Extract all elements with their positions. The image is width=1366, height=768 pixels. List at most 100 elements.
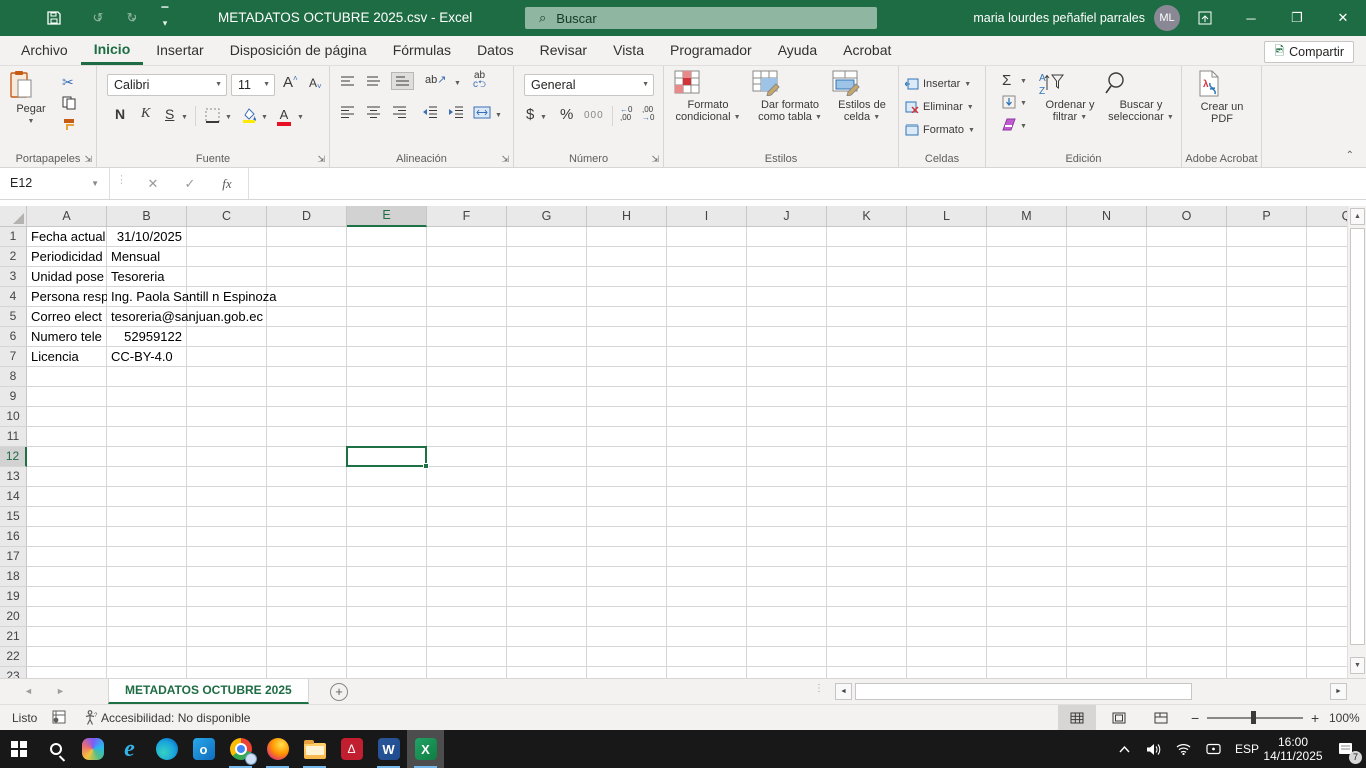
orientation-caret-icon[interactable]: ▼ xyxy=(454,80,461,87)
column-header-J[interactable]: J xyxy=(747,206,827,227)
ribbon-display-options-icon[interactable] xyxy=(1182,0,1228,36)
align-right-icon[interactable] xyxy=(392,106,407,118)
column-header-H[interactable]: H xyxy=(587,206,667,227)
grid-cell-B6[interactable]: 52959122 xyxy=(107,327,187,347)
number-format-select[interactable]: General ▼ xyxy=(524,74,654,96)
grid-cell-B1[interactable]: 31/10/2025 xyxy=(107,227,187,247)
grid-cell-A5[interactable]: Correo elect xyxy=(27,307,107,327)
taskbar-chrome-icon[interactable] xyxy=(222,730,259,768)
tray-clock[interactable]: 16:00 14/11/2025 xyxy=(1258,730,1328,768)
grid-cell-A1[interactable]: Fecha actual xyxy=(27,227,107,247)
tab-disposición-de-página[interactable]: Disposición de página xyxy=(217,36,380,65)
minimize-button[interactable]: ─ xyxy=(1228,0,1274,36)
column-header-M[interactable]: M xyxy=(987,206,1067,227)
insert-cells-button[interactable]: Insertar▼ xyxy=(905,74,971,94)
borders-icon[interactable] xyxy=(205,108,220,123)
grid-cell-B2[interactable]: Mensual xyxy=(107,247,187,267)
paste-button[interactable]: Pegar▼ xyxy=(8,70,54,128)
sort-filter-button[interactable]: AZ Ordenar y filtrar ▼ xyxy=(1038,70,1102,124)
row-header-23[interactable]: 23 xyxy=(0,667,27,678)
scroll-up-icon[interactable]: ▲ xyxy=(1350,208,1365,225)
taskbar-word-icon[interactable]: W xyxy=(370,730,407,768)
clipboard-dialog-launcher-icon[interactable]: ⇲ xyxy=(84,154,92,165)
row-header-1[interactable]: 1 xyxy=(0,227,27,247)
vertical-scrollbar[interactable]: ▲ ▼ xyxy=(1347,206,1366,678)
row-header-21[interactable]: 21 xyxy=(0,627,27,647)
view-normal-icon[interactable] xyxy=(1058,705,1096,730)
save-icon[interactable] xyxy=(46,10,80,26)
column-header-K[interactable]: K xyxy=(827,206,907,227)
row-header-6[interactable]: 6 xyxy=(0,327,27,347)
grid-cell-A2[interactable]: Periodicidad xyxy=(27,247,107,267)
grid-cell-B4[interactable]: Ing. Paola Santill n Espinoza xyxy=(107,287,277,307)
align-middle-icon[interactable] xyxy=(366,75,381,87)
row-header-20[interactable]: 20 xyxy=(0,607,27,627)
tab-scrollbar-splitter[interactable]: ⋮ xyxy=(814,685,824,692)
row-header-9[interactable]: 9 xyxy=(0,387,27,407)
restore-button[interactable]: ❐ xyxy=(1274,0,1320,36)
row-header-12[interactable]: 12 xyxy=(0,447,27,467)
decrease-indent-icon[interactable] xyxy=(422,106,438,118)
row-header-22[interactable]: 22 xyxy=(0,647,27,667)
font-color-caret-icon[interactable]: ▼ xyxy=(297,114,304,121)
tray-notifications-icon[interactable]: 7 xyxy=(1330,730,1362,768)
row-header-8[interactable]: 8 xyxy=(0,367,27,387)
underline-caret-icon[interactable]: ▼ xyxy=(181,114,188,121)
row-header-2[interactable]: 2 xyxy=(0,247,27,267)
grid-cell-A7[interactable]: Licencia xyxy=(27,347,107,367)
orientation-icon[interactable]: ab↗ xyxy=(425,73,446,86)
record-macro-icon[interactable] xyxy=(52,710,66,724)
row-header-3[interactable]: 3 xyxy=(0,267,27,287)
sheet-prev-icon[interactable]: ◄ xyxy=(24,686,33,696)
taskbar-acrobat-reader-icon[interactable]: Δ xyxy=(333,730,370,768)
align-top-icon[interactable] xyxy=(340,75,355,87)
format-cells-button[interactable]: Formato▼ xyxy=(905,120,975,140)
scroll-left-icon[interactable]: ◄ xyxy=(835,683,852,700)
bold-button[interactable]: N xyxy=(115,106,125,122)
column-header-B[interactable]: B xyxy=(107,206,187,227)
scroll-down-icon[interactable]: ▼ xyxy=(1350,657,1365,674)
undo-icon[interactable]: ↺▾ xyxy=(80,10,114,26)
grid-cell-B3[interactable]: Tesoreria xyxy=(107,267,187,287)
font-color-icon[interactable]: A xyxy=(277,106,291,126)
tray-chevron-icon[interactable] xyxy=(1112,730,1136,768)
grid-cell-A3[interactable]: Unidad pose xyxy=(27,267,107,287)
fill-color-caret-icon[interactable]: ▼ xyxy=(261,114,268,121)
tab-datos[interactable]: Datos xyxy=(464,36,527,65)
conditional-formatting-button[interactable]: Formato condicional ▼ xyxy=(674,70,742,124)
user-account[interactable]: maria lourdes peñafiel parrales ML xyxy=(973,0,1180,36)
increase-font-icon[interactable]: A˄ xyxy=(283,74,298,91)
grid-cell-A4[interactable]: Persona resp xyxy=(27,287,107,307)
clear-icon[interactable] xyxy=(1002,118,1017,131)
taskbar-internet-explorer-icon[interactable]: e xyxy=(111,730,148,768)
tab-acrobat[interactable]: Acrobat xyxy=(830,36,904,65)
search-box[interactable]: ⌕ Buscar xyxy=(525,7,877,29)
customize-qat-icon[interactable]: ▔▾ xyxy=(148,7,182,29)
new-sheet-icon[interactable]: + xyxy=(330,683,348,701)
sheet-next-icon[interactable]: ► xyxy=(56,686,65,696)
merge-center-icon[interactable] xyxy=(473,106,491,119)
zoom-slider-thumb[interactable] xyxy=(1251,711,1256,724)
currency-format-icon[interactable]: $ xyxy=(526,106,534,123)
number-dialog-launcher-icon[interactable]: ⇲ xyxy=(651,154,659,165)
font-size-select[interactable]: 11 ▼ xyxy=(231,74,275,96)
column-header-I[interactable]: I xyxy=(667,206,747,227)
column-header-P[interactable]: P xyxy=(1227,206,1307,227)
collapse-ribbon-icon[interactable]: ⌃ xyxy=(1346,150,1354,161)
taskbar-outlook-icon[interactable]: o xyxy=(185,730,222,768)
grid-cell-A6[interactable]: Numero tele xyxy=(27,327,107,347)
wrap-text-icon[interactable]: abc⮌ xyxy=(473,71,486,89)
column-header-G[interactable]: G xyxy=(507,206,587,227)
fill-handle[interactable] xyxy=(423,463,429,469)
format-as-table-button[interactable]: Dar formato como tabla ▼ xyxy=(752,70,828,124)
name-box[interactable]: E12 ▼ xyxy=(0,168,110,199)
tray-wifi-icon[interactable] xyxy=(1170,730,1196,768)
decrease-decimal-icon[interactable]: ,00→0 xyxy=(642,106,654,122)
tab-vista[interactable]: Vista xyxy=(600,36,657,65)
row-header-5[interactable]: 5 xyxy=(0,307,27,327)
taskbar-file-explorer-icon[interactable] xyxy=(296,730,333,768)
find-select-button[interactable]: Buscar y seleccionar ▼ xyxy=(1104,70,1178,124)
share-button[interactable]: 🖻 Compartir xyxy=(1264,41,1354,63)
selected-cell-outline[interactable] xyxy=(346,446,427,467)
increase-decimal-icon[interactable]: ←0,00 xyxy=(620,106,632,122)
